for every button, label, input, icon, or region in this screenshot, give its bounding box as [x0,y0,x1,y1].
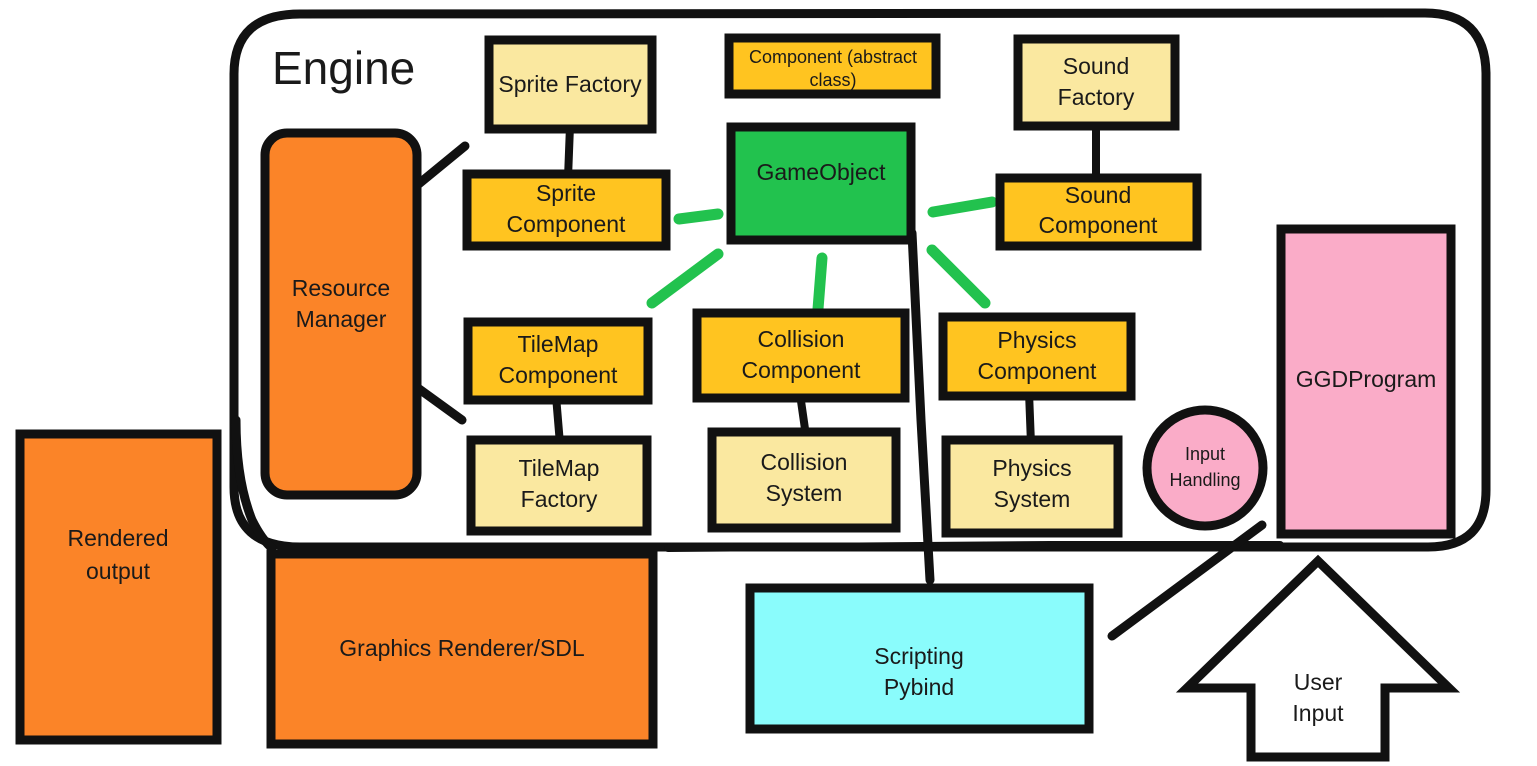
node-rendered-output-label-line1: Rendered [67,525,168,551]
node-collision-system[interactable]: Collision System [707,427,901,533]
node-sound-factory[interactable]: Sound Factory [1013,34,1180,131]
node-collision-component-label-line2: Component [742,357,862,383]
node-scripting-pybind-label-line1: Scripting [874,643,963,669]
architecture-diagram: Engine Resource Manager Sprite Factory S… [0,0,1537,766]
node-component-abstract-label-line2: class) [809,70,856,90]
node-collision-system-label-line1: Collision [761,449,848,475]
node-user-input-label-line1: User [1294,669,1343,695]
node-sprite-component-label-line2: Component [507,211,627,237]
connector-gameobject-to-collision-component [812,252,828,315]
node-user-input-label-line2: Input [1292,700,1344,726]
node-scripting-pybind-label-line2: Pybind [884,674,954,700]
node-resource-manager[interactable]: Resource Manager [260,128,422,500]
node-physics-component[interactable]: Physics Component [938,312,1136,401]
node-component-abstract-label-line1: Component (abstract [749,47,917,67]
node-input-handling-label-line2: Handling [1169,470,1240,490]
node-tilemap-component-label-line2: Component [499,362,619,388]
node-resource-manager-label-line1: Resource [292,275,390,301]
node-rendered-output[interactable]: Rendered output [15,429,222,745]
node-tilemap-component[interactable]: TileMap Component [463,317,653,405]
node-rendered-output-label-line2: output [86,558,151,584]
node-graphics-renderer[interactable]: Graphics Renderer/SDL [266,549,658,749]
node-sprite-factory[interactable]: Sprite Factory [484,35,657,134]
node-sound-component-label-line1: Sound [1065,182,1132,208]
node-user-input[interactable]: User Input [1175,554,1461,762]
node-ggd-program[interactable]: GGDProgram [1276,224,1456,539]
node-graphics-renderer-label-line1: Graphics Renderer/SDL [339,635,585,661]
connector-gameobject-to-sound-component [927,196,998,218]
node-ggd-program-label-line1: GGDProgram [1296,366,1437,392]
node-tilemap-factory-label-line2: Factory [521,486,598,512]
node-resource-manager-label-line2: Manager [296,306,387,332]
node-game-object-label-line1: GameObject [756,159,886,185]
node-tilemap-factory[interactable]: TileMap Factory [466,435,652,536]
engine-title: Engine [272,42,415,94]
node-sprite-factory-label-line1: Sprite Factory [498,71,642,97]
connector-gameobject-to-scripting-pybind [907,228,935,585]
node-sound-factory-label-line2: Factory [1058,84,1135,110]
diagram-canvas: Engine Resource Manager Sprite Factory S… [15,8,1491,762]
node-game-object[interactable]: GameObject [726,122,916,245]
node-sprite-component-label-line1: Sprite [536,180,596,206]
node-physics-component-label-line1: Physics [997,327,1076,353]
connector-gameobject-to-sprite-component [673,208,724,225]
connector-gameobject-to-tilemap-component [646,248,724,309]
connector-gameobject-to-physics-component [926,244,991,309]
node-tilemap-component-label-line1: TileMap [518,331,599,357]
node-physics-system-label-line1: Physics [992,455,1071,481]
node-physics-system-label-line2: System [994,486,1071,512]
node-sound-factory-label-line1: Sound [1063,53,1130,79]
node-collision-system-label-line2: System [766,480,843,506]
node-sound-component[interactable]: Sound Component [995,173,1202,251]
node-sprite-component[interactable]: Sprite Component [462,169,671,251]
node-input-handling-label-line1: Input [1185,444,1225,464]
node-physics-system[interactable]: Physics System [941,435,1123,538]
connector-engine-bottom-rail [664,541,1284,552]
node-tilemap-factory-label-line1: TileMap [519,455,600,481]
node-physics-component-label-line2: Component [978,358,1098,384]
node-input-handling[interactable]: Input Handling [1142,405,1268,531]
node-scripting-pybind[interactable]: Scripting Pybind [745,583,1094,734]
node-sound-component-label-line2: Component [1039,212,1159,238]
node-collision-component-label-line1: Collision [758,326,845,352]
node-component-abstract[interactable]: Component (abstract class) [724,33,941,99]
node-collision-component[interactable]: Collision Component [692,308,910,403]
